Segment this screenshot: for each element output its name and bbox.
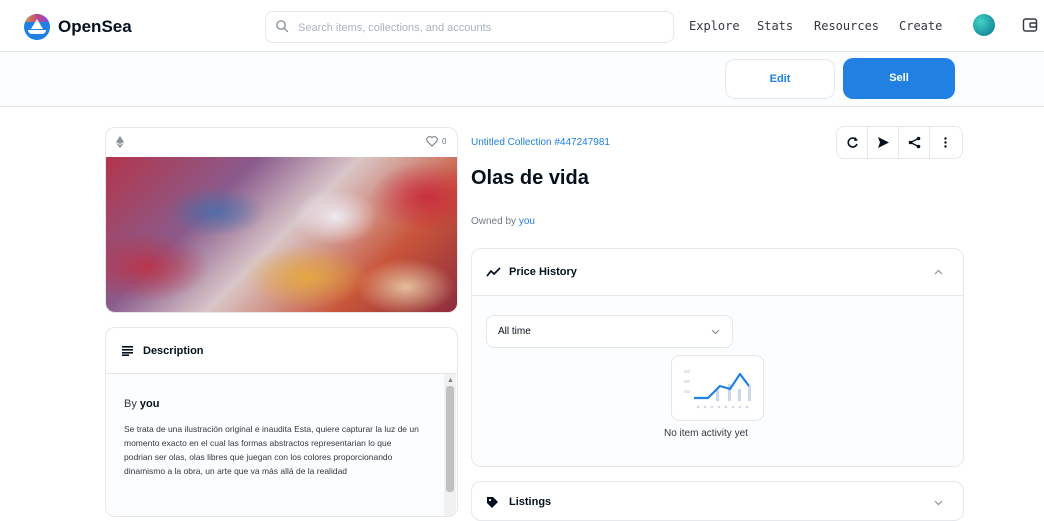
owner-action-bar: Edit Sell bbox=[0, 52, 1044, 107]
listings-title: Listings bbox=[509, 496, 552, 508]
nav-resources[interactable]: Resources bbox=[814, 19, 879, 33]
share-button[interactable] bbox=[899, 127, 930, 158]
chevron-down-icon bbox=[711, 329, 720, 335]
listings-panel[interactable]: Listings bbox=[471, 481, 964, 521]
transfer-icon bbox=[878, 137, 889, 148]
empty-state-text: No item activity yet bbox=[664, 428, 748, 439]
empty-chart-illustration bbox=[671, 355, 764, 421]
chevron-up-icon[interactable] bbox=[934, 269, 943, 275]
refresh-icon bbox=[847, 137, 858, 148]
description-panel: Description By you Se trata de una ilust… bbox=[105, 327, 458, 517]
transfer-button[interactable] bbox=[868, 127, 899, 158]
wallet-icon[interactable] bbox=[1022, 17, 1038, 33]
refresh-button[interactable] bbox=[837, 127, 868, 158]
more-button[interactable] bbox=[930, 127, 961, 158]
more-icon bbox=[944, 137, 947, 148]
sell-button[interactable]: Sell bbox=[843, 58, 955, 99]
chevron-down-icon[interactable] bbox=[934, 500, 943, 506]
share-icon bbox=[908, 136, 921, 149]
description-text: Se trata de una ilustración original e i… bbox=[124, 424, 419, 476]
favorite-count: 0 bbox=[442, 137, 447, 146]
edit-button[interactable]: Edit bbox=[725, 59, 835, 99]
description-title: Description bbox=[143, 345, 204, 357]
chart-placeholder-icon bbox=[684, 370, 751, 409]
search-icon bbox=[276, 20, 289, 33]
scroll-thumb[interactable] bbox=[446, 386, 454, 492]
price-history-panel: Price History All time No item activity … bbox=[471, 248, 964, 467]
nav-explore[interactable]: Explore bbox=[689, 19, 740, 33]
profile-avatar[interactable] bbox=[973, 14, 995, 36]
nav-create[interactable]: Create bbox=[899, 19, 942, 33]
item-artwork[interactable] bbox=[106, 157, 457, 312]
brand-name[interactable]: OpenSea bbox=[58, 17, 132, 37]
description-icon bbox=[122, 346, 133, 356]
description-scrollbar[interactable]: ▲ bbox=[444, 374, 456, 516]
creator-line: By you bbox=[124, 398, 159, 410]
description-header[interactable]: Description bbox=[106, 328, 457, 374]
scroll-up-icon[interactable]: ▲ bbox=[447, 377, 454, 384]
nav-stats[interactable]: Stats bbox=[757, 19, 793, 33]
time-range-select[interactable]: All time bbox=[486, 315, 733, 348]
search-bar[interactable] bbox=[265, 11, 674, 43]
by-label: By bbox=[124, 398, 137, 410]
item-image-card: 0 bbox=[105, 127, 458, 313]
owned-by: Owned by you bbox=[471, 216, 535, 227]
opensea-logo-icon[interactable] bbox=[24, 14, 50, 40]
price-history-header[interactable]: Price History bbox=[472, 249, 963, 296]
ethereum-icon bbox=[116, 136, 124, 148]
collection-link[interactable]: Untitled Collection #447247981 bbox=[471, 137, 610, 148]
description-body: By you Se trata de una ilustración origi… bbox=[106, 374, 457, 516]
creator-link[interactable]: you bbox=[140, 398, 160, 410]
item-title: Olas de vida bbox=[471, 167, 589, 189]
item-action-buttons bbox=[836, 126, 963, 159]
top-navigation: OpenSea Explore Stats Resources Create bbox=[0, 0, 1044, 52]
price-history-body: All time No item activity yet bbox=[472, 296, 963, 466]
heart-icon[interactable] bbox=[426, 136, 438, 147]
tag-icon bbox=[487, 497, 498, 508]
search-input[interactable] bbox=[296, 18, 660, 38]
price-history-title: Price History bbox=[509, 266, 577, 278]
time-range-value: All time bbox=[498, 326, 531, 337]
owner-link[interactable]: you bbox=[519, 216, 535, 227]
trend-icon bbox=[486, 267, 501, 277]
owned-by-label: Owned by bbox=[471, 216, 517, 227]
